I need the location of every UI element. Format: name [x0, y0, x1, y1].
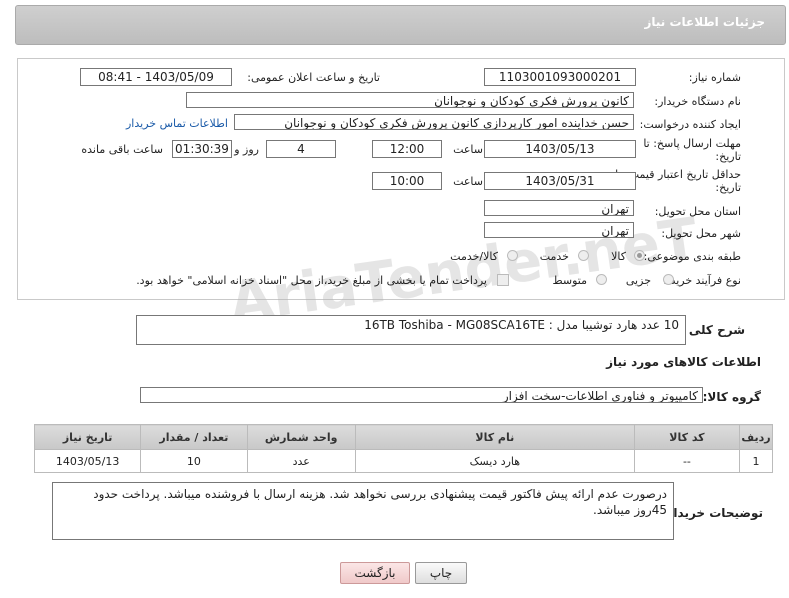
city-label: شهر محل تحویل:	[661, 227, 741, 240]
col-item-name: نام کالا	[354, 424, 635, 450]
buyer-notes-field: درصورت عدم ارائه پیش فاکتور قیمت پیشنهاد…	[52, 482, 674, 540]
validity-date-field: 1403/05/31	[484, 172, 636, 190]
category-goods-radio[interactable]	[634, 250, 645, 261]
need-number-field: 1103001093000201	[484, 68, 636, 86]
col-unit: واحد شمارش	[246, 424, 356, 450]
validity-time-field: 10:00	[372, 172, 442, 190]
process-medium-radio[interactable]	[596, 274, 607, 285]
category-service-label: خدمت	[539, 250, 569, 263]
cell-quantity: 10	[140, 449, 248, 473]
need-number-label: شماره نیاز:	[688, 71, 741, 84]
category-service-radio[interactable]	[578, 250, 589, 261]
category-both-label: کالا/خدمت	[450, 250, 498, 263]
process-partial-label: جزیی	[625, 274, 651, 287]
table-row: 1403/05/13 10 عدد هارد دیسک -- 1	[33, 449, 773, 473]
category-both-radio[interactable]	[507, 250, 518, 261]
treasury-payment-checkbox[interactable]	[497, 274, 509, 286]
deadline-time-field: 12:00	[372, 140, 442, 158]
page-title: جزئیات اطلاعات نیاز	[644, 15, 765, 29]
cell-item-name: هارد دیسک	[354, 449, 635, 473]
items-table: تاریخ نیاز تعداد / مقدار واحد شمارش نام …	[33, 424, 773, 473]
days-field: 4	[266, 140, 336, 158]
city-field: تهران	[484, 222, 634, 238]
validity-time-label: ساعت	[453, 175, 483, 188]
cell-unit: عدد	[246, 449, 356, 473]
col-item-code: کد کالا	[633, 424, 741, 450]
deadline-label: مهلت ارسال پاسخ: تا تاریخ:	[643, 137, 741, 163]
goods-group-label: گروه کالا:	[702, 390, 761, 404]
print-button[interactable]: چاپ	[415, 562, 467, 584]
goods-section-title: اطلاعات کالاهای مورد نیاز	[606, 355, 761, 369]
requester-label: ایجاد کننده درخواست:	[639, 118, 741, 131]
days-label: روز و	[234, 143, 259, 156]
payment-note: پرداخت تمام یا بخشی از مبلغ خرید،از محل …	[136, 274, 487, 287]
cell-row-number: 1	[739, 449, 773, 473]
deadline-date-field: 1403/05/13	[484, 140, 636, 158]
province-field: تهران	[484, 200, 634, 216]
remaining-time-field: 01:30:39	[172, 140, 232, 158]
deadline-time-label: ساعت	[453, 143, 483, 156]
cell-item-code: --	[633, 449, 741, 473]
col-quantity: تعداد / مقدار	[140, 424, 248, 450]
buyer-org-field: کانون پرورش فکری کودکان و نوجوانان	[186, 92, 634, 108]
process-medium-label: متوسط	[552, 274, 587, 287]
cell-need-date: 1403/05/13	[33, 449, 142, 473]
province-label: استان محل تحویل:	[654, 205, 741, 218]
items-table-header-row: تاریخ نیاز تعداد / مقدار واحد شمارش نام …	[33, 424, 773, 450]
announce-label: تاریخ و ساعت اعلان عمومی:	[247, 71, 380, 84]
requester-field: حسن خداینده امور کارپردازی کانون پرورش ف…	[234, 114, 634, 130]
process-partial-radio[interactable]	[663, 274, 674, 285]
contact-info-link[interactable]: اطلاعات تماس خریدار	[126, 117, 228, 130]
announce-field: 1403/05/09 - 08:41	[80, 68, 232, 86]
goods-group-field: کامپیوتر و فناوری اطلاعات-سخت افزار	[140, 387, 703, 403]
remaining-label: ساعت باقی مانده	[81, 143, 163, 156]
back-button[interactable]: بازگشت	[340, 562, 410, 584]
category-label: طبقه بندی موضوعی:	[643, 250, 741, 263]
buyer-org-label: نام دستگاه خریدار:	[654, 95, 741, 108]
col-need-date: تاریخ نیاز	[33, 424, 142, 450]
category-goods-label: کالا	[611, 250, 626, 263]
description-field: 10 عدد هارد توشیبا مدل : 16TB Toshiba - …	[136, 315, 686, 345]
process-label: نوع فرآیند خرید :	[663, 274, 741, 287]
buyer-notes-label: توضیحات خریدار:	[661, 506, 763, 520]
col-row-number: ردیف	[739, 424, 773, 450]
